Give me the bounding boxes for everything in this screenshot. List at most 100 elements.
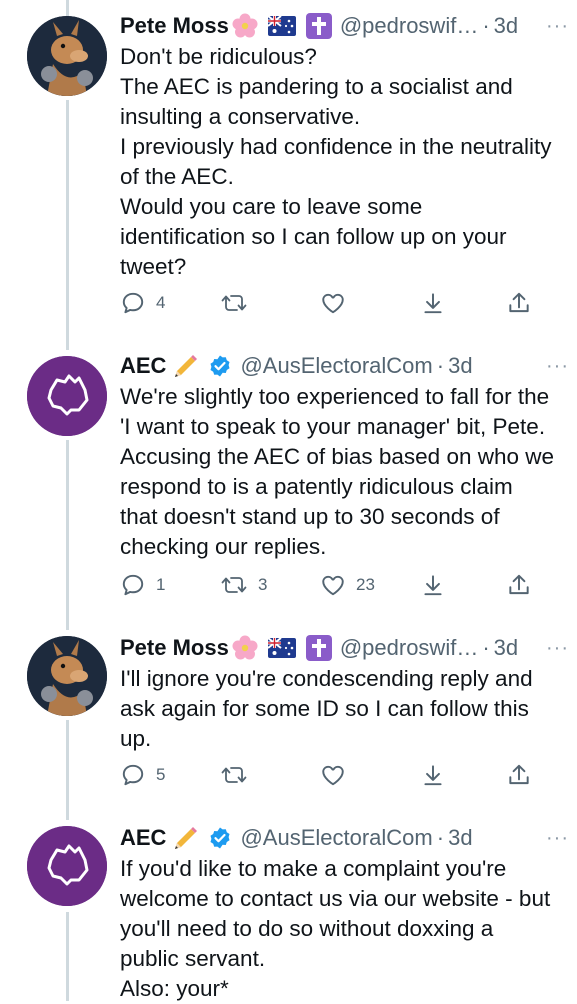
verified-badge-icon [208, 354, 232, 378]
retweet-button[interactable] [220, 290, 258, 316]
tweet-text-line: We're slightly too experienced to fall f… [120, 384, 550, 409]
reply-icon [122, 292, 144, 314]
tweet-text-line: public servant. [120, 946, 266, 971]
tweet-text-line: up. [120, 726, 152, 751]
more-options-icon[interactable]: ··· [546, 350, 573, 382]
tweet-header: Pete Moss @pedroswif… · 3d ··· [120, 10, 573, 42]
tweet[interactable]: AEC @AusElectoralCom · 3d ··· We're slig… [0, 340, 577, 630]
download-arrow-icon [424, 575, 442, 596]
download-arrow-icon [424, 765, 442, 786]
kangaroo-avatar[interactable] [27, 16, 107, 96]
retweet-button[interactable] [220, 762, 258, 788]
reply-button[interactable]: 1 [120, 572, 165, 598]
tweet-text-line: identification so I can follow up on you… [120, 224, 507, 249]
tweet-text-line: Also: your* [120, 976, 229, 1001]
tweet-text-line: I'll ignore you're condescending reply a… [120, 666, 533, 691]
tweet-actions: 5 [120, 762, 540, 794]
australia-flag-icon [267, 16, 296, 36]
tweet-text-line: of the AEC. [120, 164, 234, 189]
separator-dot: · [436, 825, 445, 850]
tweet-text-line: Accusing the AEC of bias based on who we [120, 444, 555, 469]
tweet-text-line: checking our replies. [120, 534, 327, 559]
tweet-text-line: that doesn't stand up to 30 seconds of [120, 504, 500, 529]
timestamp[interactable]: 3d [494, 632, 518, 664]
author-handle[interactable]: @pedroswif… [340, 10, 479, 42]
pencil-icon [172, 352, 200, 380]
tweet-text-line: Don't be ridiculous? [120, 44, 317, 69]
separator-dot: · [482, 13, 490, 38]
more-options-icon[interactable]: ··· [546, 632, 573, 664]
download-arrow-icon [424, 293, 442, 314]
author-handle[interactable]: @AusElectoralCom [240, 822, 432, 854]
tweet-text: I'll ignore you're condescending reply a… [120, 664, 573, 754]
kangaroo-avatar[interactable] [27, 636, 107, 716]
tweet-text: We're slightly too experienced to fall f… [120, 382, 573, 562]
tweet-text-line: I previously had confidence in the neutr… [120, 134, 552, 159]
reply-icon [122, 574, 144, 596]
australia-flag-icon [267, 638, 296, 658]
share-button[interactable] [506, 290, 532, 316]
author-handle[interactable]: @pedroswif… [340, 632, 479, 664]
tweet[interactable]: Pete Moss @pedroswif… · 3d ··· Don't be … [0, 0, 577, 340]
reply-button[interactable]: 4 [120, 290, 165, 316]
retweet-icon [221, 767, 247, 783]
tweet[interactable]: Pete Moss @pedroswif… · 3d ··· I'll igno… [0, 620, 577, 820]
author-name[interactable]: Pete Moss [120, 10, 229, 42]
tweet-text: If you'd like to make a complaint you're… [120, 854, 573, 1004]
author-name[interactable]: AEC [120, 822, 166, 854]
share-icon [509, 292, 529, 313]
tweet-text-line: ask again for some ID so I can follow th… [120, 696, 529, 721]
like-button[interactable]: 23 [320, 572, 375, 598]
tweet-text: Don't be ridiculous? The AEC is panderin… [120, 42, 573, 282]
tweet-text-line: tweet? [120, 254, 187, 279]
timestamp[interactable]: 3d [494, 10, 518, 42]
aec-logo-avatar[interactable] [27, 356, 107, 436]
pencil-icon [172, 824, 200, 852]
like-button[interactable] [320, 762, 356, 788]
reply-button[interactable]: 5 [120, 762, 165, 788]
conversation-thread: Pete Moss @pedroswif… · 3d ··· Don't be … [0, 0, 577, 1001]
reply-icon [122, 764, 144, 786]
reply-count: 5 [156, 765, 166, 784]
like-count: 23 [356, 575, 375, 594]
timestamp[interactable]: 3d [448, 350, 472, 382]
heart-icon [322, 293, 344, 314]
tweet-actions: 1 3 23 [120, 572, 540, 604]
verified-badge-icon [208, 826, 232, 850]
retweet-count: 3 [258, 575, 268, 594]
tweet-header: AEC @AusElectoralCom · 3d ··· [120, 822, 573, 854]
latin-cross-icon [305, 13, 332, 39]
tweet[interactable]: AEC @AusElectoralCom · 3d ··· If you'd l… [0, 810, 577, 1001]
author-name[interactable]: Pete Moss [120, 632, 229, 664]
share-button[interactable] [506, 762, 532, 788]
timestamp[interactable]: 3d [448, 822, 472, 854]
more-options-icon[interactable]: ··· [546, 10, 573, 42]
tweet-text-line: Would you care to leave some [120, 194, 423, 219]
tweet-header: AEC @AusElectoralCom · 3d ··· [120, 350, 573, 382]
like-button[interactable] [320, 290, 356, 316]
separator-dot: · [482, 635, 490, 660]
author-name[interactable]: AEC [120, 350, 166, 382]
bookmark-button[interactable] [420, 762, 446, 788]
separator-dot: · [436, 353, 445, 378]
heart-icon [322, 575, 344, 596]
tweet-text-line: 'I want to speak to your manager' bit, P… [120, 414, 546, 439]
retweet-icon [221, 577, 247, 593]
more-options-icon[interactable]: ··· [546, 822, 573, 854]
share-button[interactable] [506, 572, 532, 598]
tweet-header: Pete Moss @pedroswif… · 3d ··· [120, 632, 573, 664]
tweet-text-line: welcome to contact us via our website - … [120, 886, 551, 911]
heart-icon [322, 765, 344, 786]
bookmark-button[interactable] [420, 572, 446, 598]
tweet-text-line: insulting a conservative. [120, 104, 361, 129]
retweet-button[interactable]: 3 [220, 572, 267, 598]
tweet-text-line: respond to is a patently ridiculous clai… [120, 474, 513, 499]
aec-logo-avatar[interactable] [27, 826, 107, 906]
author-handle[interactable]: @AusElectoralCom [240, 350, 432, 382]
tweet-text-line: The AEC is pandering to a socialist and [120, 74, 513, 99]
cherry-blossom-icon [230, 11, 260, 41]
bookmark-button[interactable] [420, 290, 446, 316]
share-icon [509, 574, 529, 595]
tweet-text-line: If you'd like to make a complaint you're [120, 856, 507, 881]
reply-count: 1 [156, 575, 166, 594]
